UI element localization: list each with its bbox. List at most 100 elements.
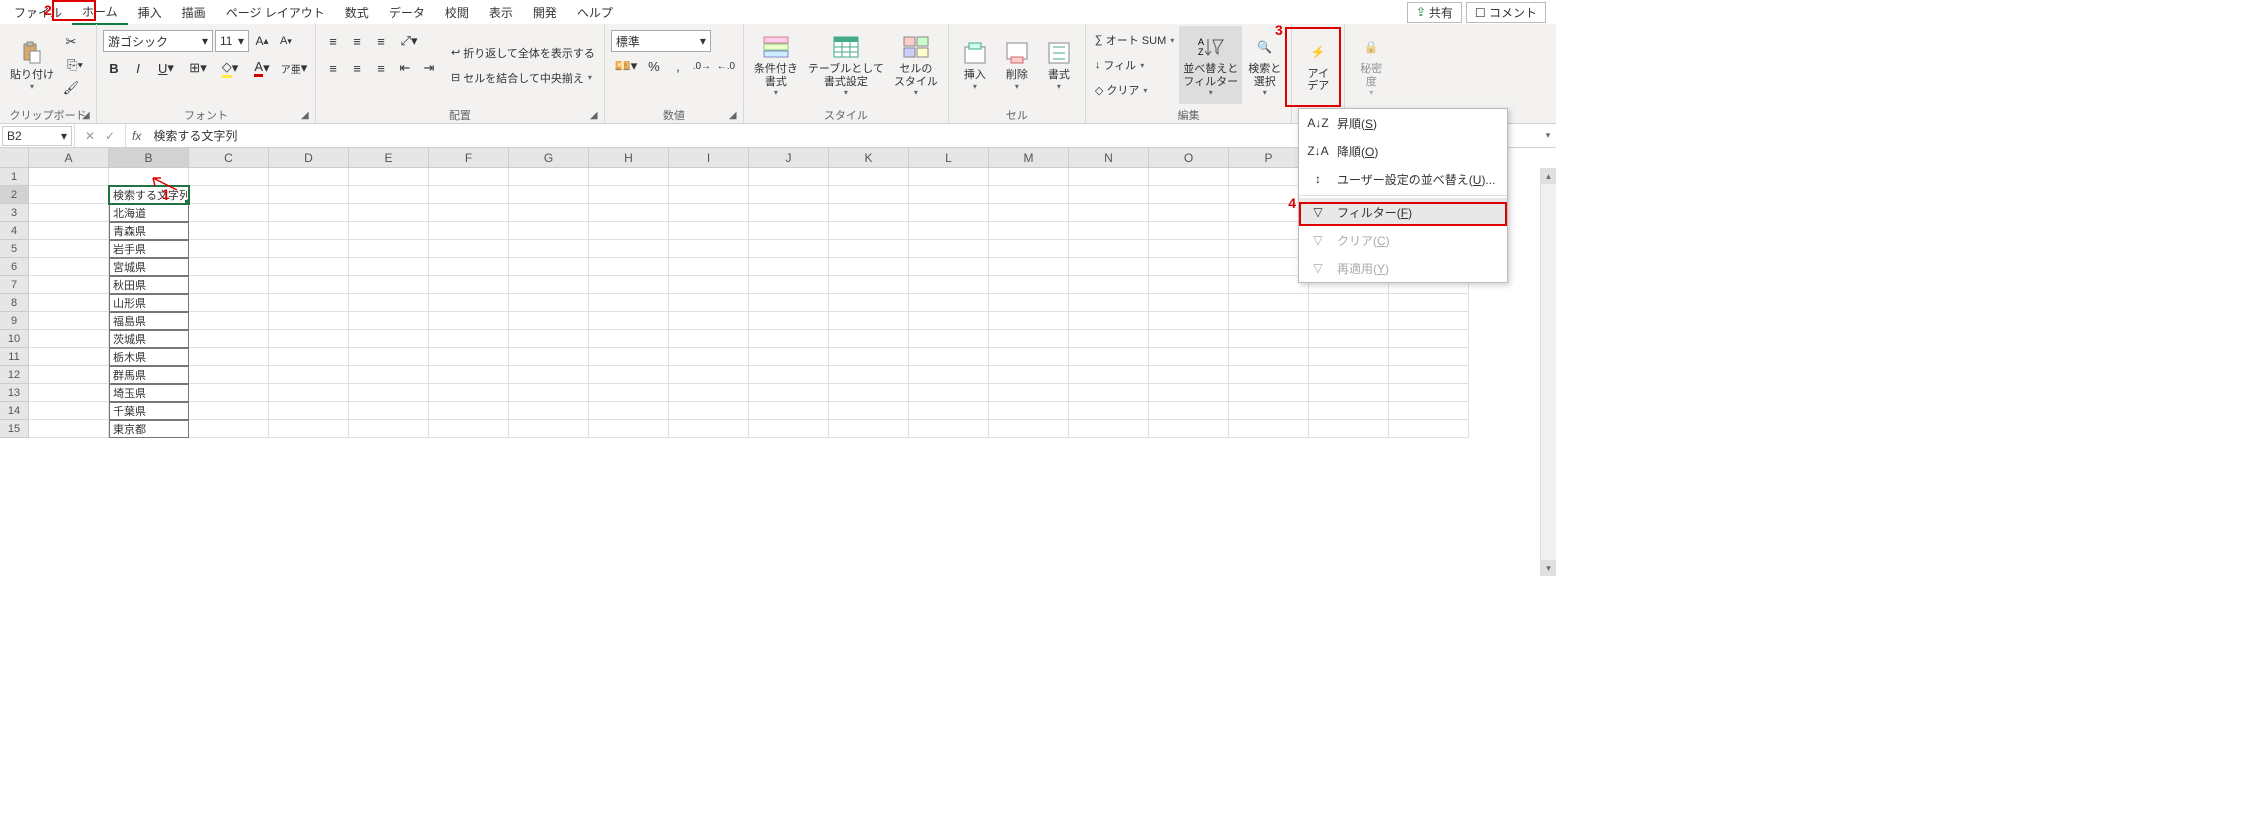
conditional-format-button[interactable]: 条件付き 書式▾	[750, 26, 802, 104]
cell-K5[interactable]	[829, 240, 909, 258]
align-bottom-icon[interactable]: ≡	[370, 30, 392, 52]
cell-B3[interactable]: 北海道	[109, 204, 189, 222]
row-header-6[interactable]: 6	[0, 258, 29, 276]
dropdown-item[interactable]: ↕ユーザー設定の並べ替え(U)...	[1299, 165, 1507, 193]
cell-N7[interactable]	[1069, 276, 1149, 294]
cell-G5[interactable]	[509, 240, 589, 258]
col-header-M[interactable]: M	[989, 148, 1069, 168]
cell-K2[interactable]	[829, 186, 909, 204]
cell-D10[interactable]	[269, 330, 349, 348]
cell-I9[interactable]	[669, 312, 749, 330]
format-cells-button[interactable]: 書式▾	[1039, 26, 1079, 104]
bold-button[interactable]: B	[103, 57, 125, 79]
cell-F1[interactable]	[429, 168, 509, 186]
cell-O12[interactable]	[1149, 366, 1229, 384]
cell-A13[interactable]	[29, 384, 109, 402]
cell-L5[interactable]	[909, 240, 989, 258]
cell-M4[interactable]	[989, 222, 1069, 240]
fill-color-button[interactable]: ◇▾	[215, 57, 245, 79]
cell-I14[interactable]	[669, 402, 749, 420]
cell-M8[interactable]	[989, 294, 1069, 312]
cell-C9[interactable]	[189, 312, 269, 330]
cell-A12[interactable]	[29, 366, 109, 384]
cell-A15[interactable]	[29, 420, 109, 438]
cell-K14[interactable]	[829, 402, 909, 420]
cell-G8[interactable]	[509, 294, 589, 312]
cell-A10[interactable]	[29, 330, 109, 348]
cell-M9[interactable]	[989, 312, 1069, 330]
ideas-button[interactable]: ⚡ アイ デア	[1298, 26, 1338, 104]
cell-G13[interactable]	[509, 384, 589, 402]
cell-H7[interactable]	[589, 276, 669, 294]
accounting-format-button[interactable]: 💴▾	[611, 55, 641, 77]
cell-M1[interactable]	[989, 168, 1069, 186]
cell-B9[interactable]: 福島県	[109, 312, 189, 330]
cell-D11[interactable]	[269, 348, 349, 366]
number-format-select[interactable]: 標準▾	[611, 30, 711, 52]
cell-L15[interactable]	[909, 420, 989, 438]
cell-H14[interactable]	[589, 402, 669, 420]
sensitivity-button[interactable]: 🔒 秘密 度▾	[1351, 26, 1391, 104]
cell-F12[interactable]	[429, 366, 509, 384]
cell-F15[interactable]	[429, 420, 509, 438]
percent-button[interactable]: %	[643, 55, 665, 77]
menu-tab-9[interactable]: 開発	[523, 1, 567, 24]
cell-F10[interactable]	[429, 330, 509, 348]
col-header-D[interactable]: D	[269, 148, 349, 168]
cell-P10[interactable]	[1229, 330, 1309, 348]
cell-L10[interactable]	[909, 330, 989, 348]
cell-E10[interactable]	[349, 330, 429, 348]
col-header-L[interactable]: L	[909, 148, 989, 168]
enter-icon[interactable]: ✓	[101, 127, 119, 145]
increase-indent-icon[interactable]: ⇥	[418, 57, 440, 79]
scroll-down-icon[interactable]: ▾	[1541, 560, 1556, 576]
cell-J13[interactable]	[749, 384, 829, 402]
font-launcher-icon[interactable]: ◢	[301, 110, 313, 122]
cell-L8[interactable]	[909, 294, 989, 312]
cell-C10[interactable]	[189, 330, 269, 348]
cell-J6[interactable]	[749, 258, 829, 276]
dropdown-item[interactable]: A↓Z昇順(S)	[1299, 109, 1507, 137]
cell-H8[interactable]	[589, 294, 669, 312]
cell-E1[interactable]	[349, 168, 429, 186]
cell-D14[interactable]	[269, 402, 349, 420]
cell-H13[interactable]	[589, 384, 669, 402]
cell-C2[interactable]	[189, 186, 269, 204]
cell-H10[interactable]	[589, 330, 669, 348]
cell-L12[interactable]	[909, 366, 989, 384]
cell-P7[interactable]	[1229, 276, 1309, 294]
cell-C15[interactable]	[189, 420, 269, 438]
merge-center-button[interactable]: ⊟セルを結合して中央揃え▾	[448, 66, 598, 90]
col-header-G[interactable]: G	[509, 148, 589, 168]
cell-E11[interactable]	[349, 348, 429, 366]
decrease-decimal-icon[interactable]: ←.0	[715, 55, 737, 77]
row-header-15[interactable]: 15	[0, 420, 29, 438]
comment-button[interactable]: ☐ コメント	[1466, 2, 1546, 23]
cell-P14[interactable]	[1229, 402, 1309, 420]
cell-G10[interactable]	[509, 330, 589, 348]
cell-E6[interactable]	[349, 258, 429, 276]
row-header-4[interactable]: 4	[0, 222, 29, 240]
fill-handle[interactable]	[185, 200, 189, 204]
alignment-launcher-icon[interactable]: ◢	[590, 110, 602, 122]
cell-H15[interactable]	[589, 420, 669, 438]
cell-F13[interactable]	[429, 384, 509, 402]
cancel-icon[interactable]: ✕	[81, 127, 99, 145]
cell-B7[interactable]: 秋田県	[109, 276, 189, 294]
cell-M5[interactable]	[989, 240, 1069, 258]
cell-I5[interactable]	[669, 240, 749, 258]
cell-N2[interactable]	[1069, 186, 1149, 204]
cell-J12[interactable]	[749, 366, 829, 384]
cell-D7[interactable]	[269, 276, 349, 294]
row-header-2[interactable]: 2	[0, 186, 29, 204]
cell-J9[interactable]	[749, 312, 829, 330]
cell-D4[interactable]	[269, 222, 349, 240]
cell-O11[interactable]	[1149, 348, 1229, 366]
cell-M6[interactable]	[989, 258, 1069, 276]
cell-J8[interactable]	[749, 294, 829, 312]
menu-tab-7[interactable]: 校閲	[435, 1, 479, 24]
row-header-14[interactable]: 14	[0, 402, 29, 420]
font-size-select[interactable]: 11▾	[215, 30, 249, 52]
wrap-text-button[interactable]: ↩折り返して全体を表示する	[448, 41, 598, 65]
cell-I11[interactable]	[669, 348, 749, 366]
